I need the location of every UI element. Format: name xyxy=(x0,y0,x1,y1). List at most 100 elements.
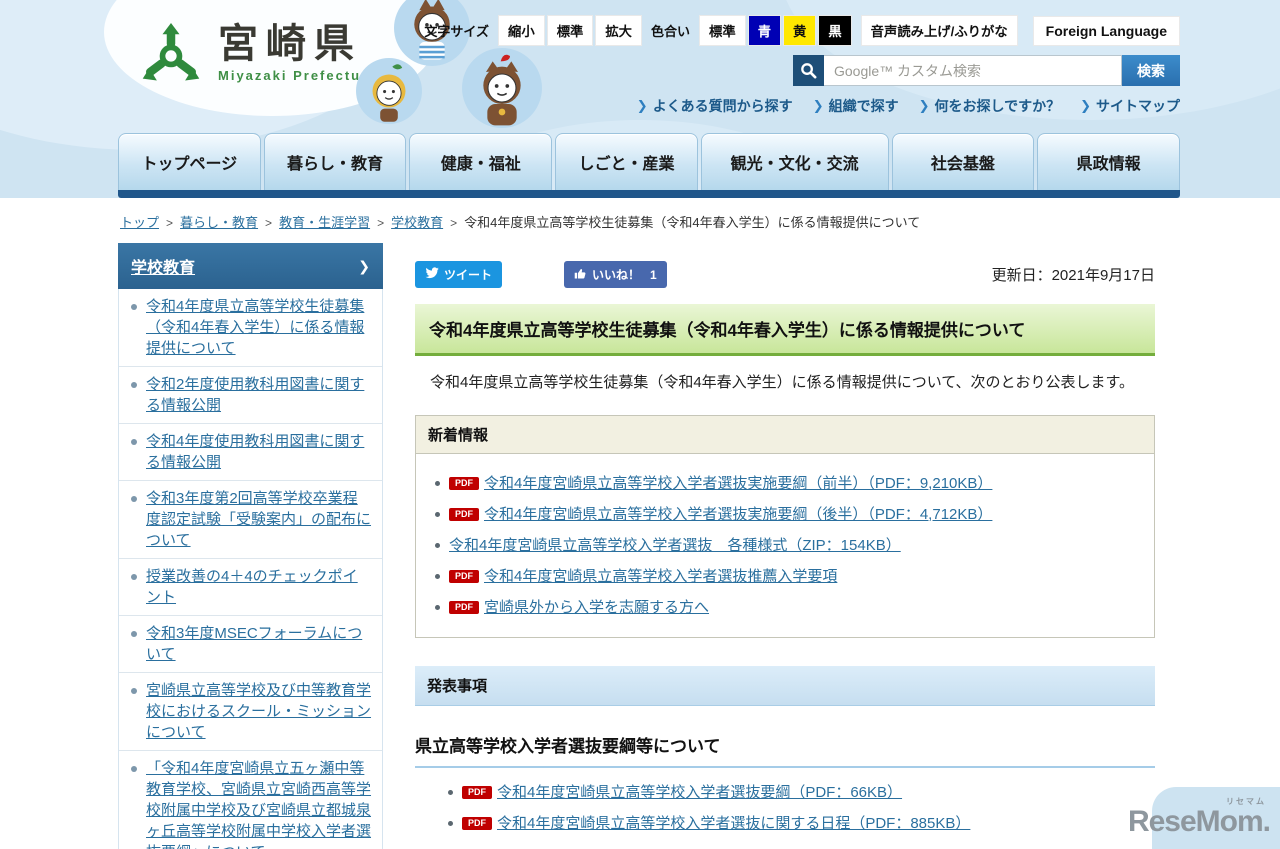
pdf-badge-icon: PDF xyxy=(462,785,492,799)
breadcrumb-separator: > xyxy=(377,216,385,230)
pdf-badge-icon: PDF xyxy=(449,600,479,614)
nav-work-industry[interactable]: しごと・産業 xyxy=(555,133,698,190)
watermark-ruby: リセマム xyxy=(1226,797,1266,806)
search-submit-button[interactable]: 検索 xyxy=(1122,55,1180,86)
quick-link-what-looking-for[interactable]: ❯ 何をお探しですか？ xyxy=(919,96,1061,116)
site-header: 宮崎県 Miyazaki Prefecture 文字サイズ 縮小 標準 拡大 色… xyxy=(0,0,1280,198)
list-item: PDF 宮崎県外から入学を志願する方へ xyxy=(432,591,1144,622)
voice-reading-button[interactable]: 音声読み上げ/ふりがな xyxy=(860,15,1018,46)
breadcrumb-current: 令和4年度県立高等学校生徒募集（令和4年春入学生）に係る情報提供について xyxy=(464,215,921,230)
update-date: 更新日：2021年9月17日 xyxy=(991,267,1155,284)
chevron-right-icon: ❯ xyxy=(1080,98,1091,113)
site-title: 宮崎県 xyxy=(218,22,362,66)
announcements-bar: 発表事項 xyxy=(415,665,1155,706)
prefecture-emblem-icon xyxy=(138,22,204,93)
pdf-link[interactable]: 令和4年度宮崎県立高等学校入学者選抜実施要綱（後半）（PDF：4,712KB） xyxy=(484,506,992,523)
sidebar-item[interactable]: 授業改善の4＋4のチェックポイント xyxy=(119,559,382,616)
list-item: PDF 令和4年度宮崎県立高等学校入学者選抜推薦入学要項 xyxy=(432,560,1144,591)
like-count: 1 xyxy=(650,267,657,282)
font-size-label: 文字サイズ xyxy=(424,24,490,39)
pdf-badge-icon: PDF xyxy=(449,569,479,583)
pdf-badge-icon: PDF xyxy=(462,816,492,830)
breadcrumb: トップ > 暮らし・教育 > 教育・生涯学習 > 学校教育 > 令和4年度県立高等学校生徒募集（… xyxy=(118,198,1180,243)
nav-infrastructure[interactable]: 社会基盤 xyxy=(891,133,1035,190)
sidebar-item[interactable]: 「令和4年度宮崎県立五ヶ瀬中等教育学校、宮崎県立宮崎西高等学校附属中学校及び宮崎… xyxy=(119,751,382,849)
list-item: PDF 令和4年度宮崎県立高等学校入学者選抜実施要綱（後半）（PDF：4,712K… xyxy=(432,498,1144,529)
pdf-link[interactable]: 令和4年度宮崎県立高等学校入学者選抜に関する日程（PDF：885KB） xyxy=(497,815,970,832)
font-standard-button[interactable]: 標準 xyxy=(546,15,594,46)
quick-link-faq[interactable]: ❯ よくある質問から探す xyxy=(637,96,793,116)
sidebar: 学校教育 ❯ 令和4年度県立高等学校生徒募集（令和4年春入学生）に係る情報提供に… xyxy=(118,243,383,849)
chevron-right-icon: ❯ xyxy=(636,98,648,113)
mascot-icon xyxy=(356,58,422,124)
sidebar-item[interactable]: 令和3年度第2回高等学校卒業程度認定試験「受験案内」の配布について xyxy=(119,481,382,559)
color-scheme-label: 色合い xyxy=(651,24,691,39)
resemom-watermark: リセマム ReseMom. xyxy=(1127,797,1271,838)
list-item: PDF 令和4年度宮崎県立高等学校入学者選抜要綱（PDF：66KB） xyxy=(445,776,1155,807)
section-heading: 県立高等学校入学者選抜要綱等について xyxy=(415,732,1155,768)
list-item: 令和4年度宮崎県立高等学校入学者選抜 各種様式（ZIP：154KB） xyxy=(432,529,1144,560)
new-info-heading: 新着情報 xyxy=(416,415,1154,454)
color-yellow-button[interactable]: 黄 xyxy=(783,15,817,46)
breadcrumb-separator: > xyxy=(265,216,273,230)
color-black-button[interactable]: 黒 xyxy=(818,15,852,46)
main-navigation: トップページ 暮らし・教育 健康・福祉 しごと・産業 観光・文化・交流 社会基盤… xyxy=(118,133,1180,198)
share-row: ツイート いいね！ 1 更新日：2021年9月17日 xyxy=(415,261,1155,288)
chevron-right-icon: ❯ xyxy=(358,257,370,274)
header-quick-links: ❯ よくある質問から探す ❯ 組織で探す ❯ 何をお探しですか？ ❯ サイトマップ xyxy=(637,96,1180,116)
twitter-bird-icon xyxy=(425,267,439,282)
nav-prefecture-info[interactable]: 県政情報 xyxy=(1037,133,1180,190)
chevron-right-icon: ❯ xyxy=(812,98,824,113)
nav-health-welfare[interactable]: 健康・福祉 xyxy=(409,133,553,190)
quick-link-organization[interactable]: ❯ 組織で探す xyxy=(813,96,899,116)
font-shrink-button[interactable]: 縮小 xyxy=(498,15,545,46)
pdf-link[interactable]: 宮崎県外から入学を志願する方へ xyxy=(484,599,709,616)
sidebar-item[interactable]: 令和4年度使用教科用図書に関する情報公開 xyxy=(119,424,382,481)
list-item: PDF 令和4年度宮崎県立高等学校入学者選抜に関する日程（PDF：885KB） xyxy=(445,807,1155,838)
sidebar-item[interactable]: 令和3年度MSECフォーラムについて xyxy=(119,616,382,673)
mascot-icon xyxy=(462,48,542,128)
accessibility-toolbar: 文字サイズ 縮小 標準 拡大 色合い 標準 青 黄 黒 音声読み上げ/ふりがな … xyxy=(424,15,1180,46)
breadcrumb-link-top[interactable]: トップ xyxy=(120,215,159,230)
nav-bottom-strip xyxy=(118,190,1180,198)
sidebar-item[interactable]: 令和4年度県立高等学校生徒募集（令和4年春入学生）に係る情報提供について xyxy=(119,289,382,367)
content-area: 学校教育 ❯ 令和4年度県立高等学校生徒募集（令和4年春入学生）に係る情報提供に… xyxy=(118,243,1180,849)
sidebar-menu: 令和4年度県立高等学校生徒募集（令和4年春入学生）に係る情報提供について 令和2… xyxy=(118,289,383,849)
site-search: 検索 xyxy=(793,55,1180,86)
site-subtitle: Miyazaki Prefecture xyxy=(218,68,378,83)
pdf-badge-icon: PDF xyxy=(449,476,479,490)
pdf-link[interactable]: 令和4年度宮崎県立高等学校入学者選抜実施要綱（前半）（PDF：9,210KB） xyxy=(484,475,992,492)
search-icon xyxy=(793,55,824,86)
breadcrumb-link-school-education[interactable]: 学校教育 xyxy=(391,215,443,230)
sidebar-item[interactable]: 令和2年度使用教科用図書に関する情報公開 xyxy=(119,367,382,424)
prefecture-logo[interactable]: 宮崎県 Miyazaki Prefecture xyxy=(138,22,377,93)
new-info-box: 新着情報 PDF 令和4年度宮崎県立高等学校入学者選抜実施要綱（前半）（PDF：9… xyxy=(415,414,1155,638)
breadcrumb-link-living[interactable]: 暮らし・教育 xyxy=(180,215,258,230)
breadcrumb-link-education[interactable]: 教育・生涯学習 xyxy=(279,215,370,230)
color-blue-button[interactable]: 青 xyxy=(747,15,782,46)
tweet-button[interactable]: ツイート xyxy=(415,261,503,288)
pdf-badge-icon: PDF xyxy=(449,507,479,521)
intro-paragraph: 令和4年度県立高等学校生徒募集（令和4年春入学生）に係る情報提供について、次のと… xyxy=(415,374,1134,391)
page-title: 令和4年度県立高等学校生徒募集（令和4年春入学生）に係る情報提供について xyxy=(415,304,1155,356)
chevron-right-icon: ❯ xyxy=(918,98,930,113)
list-item: PDF 令和4年度宮崎県立高等学校入学者選抜実施要綱（前半）（PDF：9,210K… xyxy=(432,467,1144,498)
pdf-link[interactable]: 令和4年度宮崎県立高等学校入学者選抜推薦入学要項 xyxy=(484,568,837,585)
thumbs-up-icon xyxy=(574,267,587,283)
foreign-language-button[interactable]: Foreign Language xyxy=(1032,15,1180,46)
breadcrumb-separator: > xyxy=(166,216,174,230)
zip-link[interactable]: 令和4年度宮崎県立高等学校入学者選抜 各種様式（ZIP：154KB） xyxy=(449,537,901,554)
like-button[interactable]: いいね！ 1 xyxy=(564,261,667,288)
nav-top-page[interactable]: トップページ xyxy=(118,133,261,190)
nav-tourism-culture[interactable]: 観光・文化・交流 xyxy=(700,133,889,190)
search-input[interactable] xyxy=(824,55,1122,86)
quick-link-sitemap[interactable]: ❯ サイトマップ xyxy=(1080,96,1180,116)
color-standard-button[interactable]: 標準 xyxy=(699,15,746,46)
sidebar-item[interactable]: 宮崎県立高等学校及び中等教育学校におけるスクール・ミッションについて xyxy=(119,673,382,751)
main-column: ツイート いいね！ 1 更新日：2021年9月17日 令和4年度県立高等学校生徒… xyxy=(415,243,1180,849)
nav-living-education[interactable]: 暮らし・教育 xyxy=(263,133,407,190)
sidebar-header-school-education[interactable]: 学校教育 ❯ xyxy=(118,243,383,289)
pdf-link[interactable]: 令和4年度宮崎県立高等学校入学者選抜要綱（PDF：66KB） xyxy=(497,784,902,801)
breadcrumb-separator: > xyxy=(450,216,458,230)
font-enlarge-button[interactable]: 拡大 xyxy=(595,15,643,46)
